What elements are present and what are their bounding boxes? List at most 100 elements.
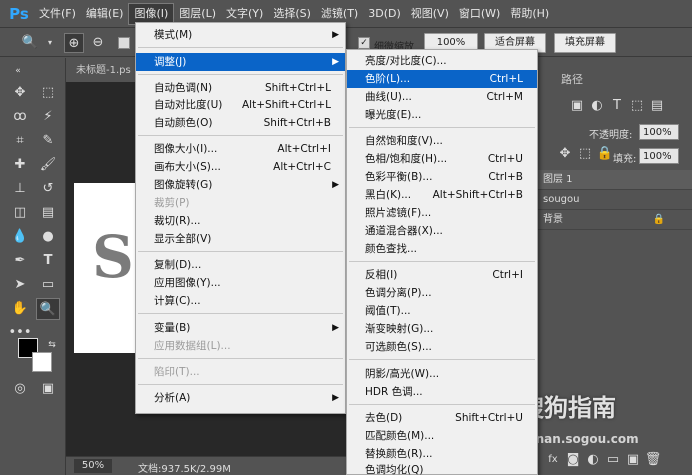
menu-item-auto-contrast[interactable]: 自动对比度(U) Alt+Shift+Ctrl+L (136, 96, 345, 114)
lock-position-icon[interactable]: ✥ (555, 144, 575, 164)
resize-windows-checkbox[interactable] (118, 37, 130, 49)
pen-tool-icon[interactable]: ✒ (8, 250, 32, 272)
marquee-tool-icon[interactable]: ⬚ (36, 82, 60, 104)
zoom-level[interactable]: 50% (74, 459, 112, 473)
menu-item-auto-color[interactable]: 自动颜色(O) Shift+Ctrl+B (136, 114, 345, 132)
chevron-down-icon[interactable]: ▾ (40, 33, 60, 53)
menu-item-color-balance[interactable]: 色彩平衡(B)... Ctrl+B (347, 168, 537, 186)
menu-item-curves[interactable]: 曲线(U)... Ctrl+M (347, 88, 537, 106)
stamp-tool-icon[interactable]: ⊥ (8, 178, 32, 200)
menu-item-trap[interactable]: 陷印(T)... (136, 363, 345, 381)
zoom-in-icon[interactable]: ⊕ (64, 33, 84, 53)
magic-wand-tool-icon[interactable]: ⚡ (36, 106, 60, 128)
rectangle-tool-icon[interactable]: ▭ (36, 274, 60, 296)
zoom-out-icon[interactable]: ⊖ (88, 33, 108, 53)
path-selection-tool-icon[interactable]: ➤ (8, 274, 32, 296)
menu-item-match-color[interactable]: 匹配颜色(M)... (347, 427, 537, 445)
menu-item-crop[interactable]: 裁剪(P) (136, 194, 345, 212)
menu-item-auto-tone[interactable]: 自动色调(N) Shift+Ctrl+L (136, 79, 345, 97)
menu-item-shadows-highlights[interactable]: 阴影/高光(W)... (347, 365, 537, 383)
zoom-tool-icon[interactable]: 🔍 (20, 33, 40, 53)
artboard-lock-icon[interactable]: ⬚ (575, 144, 595, 164)
menu-item-threshold[interactable]: 阈值(T)... (347, 302, 537, 320)
zoom-tool-icon[interactable]: 🔍 (36, 298, 60, 320)
fine-zoom-checkbox[interactable]: ✓ (358, 37, 370, 49)
menu-item-exposure[interactable]: 曝光度(E)... (347, 106, 537, 124)
menu-item-analysis[interactable]: 分析(A) ▶ (136, 389, 345, 407)
history-brush-tool-icon[interactable]: ↺ (36, 178, 60, 200)
menu-help[interactable]: 帮助(H) (505, 0, 554, 28)
gradient-tool-icon[interactable]: ▤ (36, 202, 60, 224)
menu-item-variables[interactable]: 变量(B) ▶ (136, 319, 345, 337)
adjustment-layer-icon[interactable]: ◐ (583, 450, 603, 470)
hand-tool-icon[interactable]: ✋ (8, 298, 32, 320)
menu-item-equalize[interactable]: 色调均化(Q) (347, 461, 537, 475)
screen-mode-icon[interactable]: ▣ (36, 378, 60, 400)
collapse-arrows-icon[interactable]: « (6, 60, 30, 82)
quick-mask-icon[interactable]: ◎ (8, 378, 32, 400)
menu-item-apply-data-set[interactable]: 应用数据组(L)... (136, 337, 345, 355)
menu-item-levels[interactable]: 色阶(L)... Ctrl+L (347, 70, 537, 88)
menu-item-image-rotation[interactable]: 图像旋转(G) ▶ (136, 176, 345, 194)
crop-tool-icon[interactable]: ⌗ (8, 130, 32, 152)
menu-item-posterize[interactable]: 色调分离(P)... (347, 284, 537, 302)
move-tool-icon[interactable]: ✥ (8, 82, 32, 104)
menu-item-hue-saturation[interactable]: 色相/饱和度(H)... Ctrl+U (347, 150, 537, 168)
dodge-tool-icon[interactable]: ● (36, 226, 60, 248)
layer-row[interactable]: 图层 1 (537, 170, 692, 190)
menu-item-photo-filter[interactable]: 照片滤镜(F)... (347, 204, 537, 222)
menu-3d[interactable]: 3D(D) (363, 0, 406, 28)
new-layer-icon[interactable]: ▣ (623, 450, 643, 470)
fill-screen-button[interactable]: 填充屏幕 (554, 33, 616, 53)
menu-item-invert[interactable]: 反相(I) Ctrl+I (347, 266, 537, 284)
adjustment-filter-icon[interactable]: ◐ (587, 96, 607, 116)
type-tool-icon[interactable]: T (36, 250, 60, 272)
eraser-tool-icon[interactable]: ◫ (8, 202, 32, 224)
delete-layer-icon[interactable]: 🗑 (643, 450, 663, 470)
swap-colors-icon[interactable]: ⇆ (40, 334, 64, 356)
type-filter-icon[interactable]: T (607, 96, 627, 116)
menu-edit[interactable]: 编辑(E) (81, 0, 129, 28)
menu-item-trim[interactable]: 裁切(R)... (136, 212, 345, 230)
menu-view[interactable]: 视图(V) (406, 0, 454, 28)
menu-item-reveal-all[interactable]: 显示全部(V) (136, 230, 345, 248)
menu-item-black-white[interactable]: 黑白(K)... Alt+Shift+Ctrl+B (347, 186, 537, 204)
lock-all-icon[interactable]: 🔒 (595, 144, 615, 164)
layer-row[interactable]: sougou (537, 190, 692, 210)
tab-paths[interactable]: 路径 (555, 69, 589, 91)
eyedropper-tool-icon[interactable]: ✎ (36, 130, 60, 152)
menu-item-canvas-size[interactable]: 画布大小(S)... Alt+Ctrl+C (136, 158, 345, 176)
menu-file[interactable]: 文件(F) (34, 0, 81, 28)
new-group-icon[interactable]: ▭ (603, 450, 623, 470)
menu-item-calculations[interactable]: 计算(C)... (136, 292, 345, 310)
layer-row[interactable]: 背景 🔒 (537, 210, 692, 230)
menu-item-color-lookup[interactable]: 颜色查找... (347, 240, 537, 258)
menu-item-apply-image[interactable]: 应用图像(Y)... (136, 274, 345, 292)
menu-window[interactable]: 窗口(W) (454, 0, 505, 28)
menu-item-desaturate[interactable]: 去色(D) Shift+Ctrl+U (347, 409, 537, 427)
menu-item-hdr-toning[interactable]: HDR 色调... (347, 383, 537, 401)
layer-mask-icon[interactable]: ◙ (563, 450, 583, 470)
healing-brush-tool-icon[interactable]: ✚ (8, 154, 32, 176)
lasso-tool-icon[interactable]: ꝏ (8, 106, 32, 128)
image-filter-icon[interactable]: ▣ (567, 96, 587, 116)
brush-tool-icon[interactable]: 🖌 (36, 154, 60, 176)
menu-item-mode[interactable]: 模式(M) ▶ (136, 26, 345, 44)
menu-item-brightness-contrast[interactable]: 亮度/对比度(C)... (347, 52, 537, 70)
menu-item-selective-color[interactable]: 可选颜色(S)... (347, 338, 537, 356)
menu-item-adjustments[interactable]: 调整(J) ▶ (136, 53, 345, 71)
opacity-input[interactable]: 100% (639, 124, 679, 140)
fill-input[interactable]: 100% (639, 148, 679, 164)
layer-effects-icon[interactable]: fx (543, 450, 563, 470)
blur-tool-icon[interactable]: 💧 (8, 226, 32, 248)
document-canvas[interactable]: S (74, 183, 144, 353)
menu-item-gradient-map[interactable]: 渐变映射(G)... (347, 320, 537, 338)
menu-item-image-size[interactable]: 图像大小(I)... Alt+Ctrl+I (136, 140, 345, 158)
menu-item-channel-mixer[interactable]: 通道混合器(X)... (347, 222, 537, 240)
menu-item-vibrance[interactable]: 自然饱和度(V)... (347, 132, 537, 150)
menu-item-duplicate[interactable]: 复制(D)... (136, 256, 345, 274)
adjustments-submenu: 亮度/对比度(C)... 色阶(L)... Ctrl+L 曲线(U)... Ctrl… (346, 49, 538, 475)
shape-filter-icon[interactable]: ⬚ (627, 96, 647, 116)
smart-object-filter-icon[interactable]: ▤ (647, 96, 667, 116)
layer-name: 背景 (543, 214, 563, 225)
